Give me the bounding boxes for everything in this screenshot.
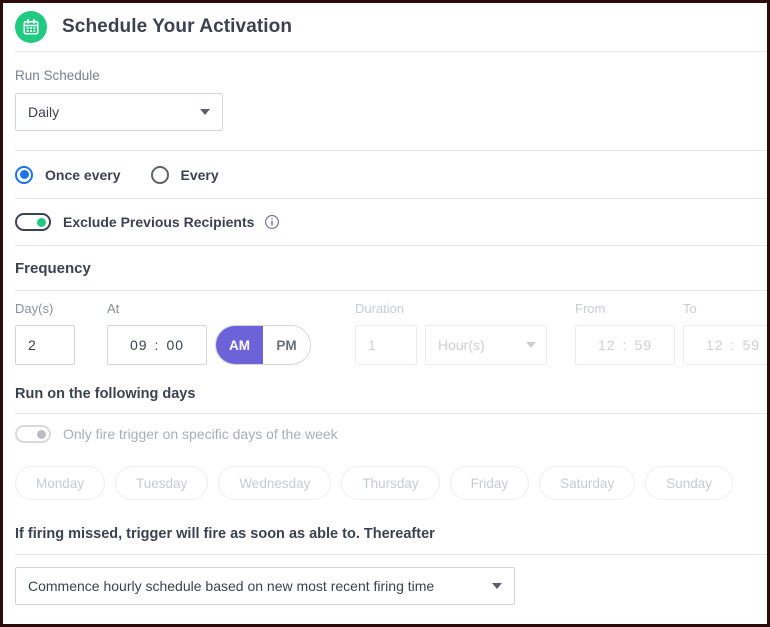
at-field-group: At 09 : 00 bbox=[107, 301, 207, 365]
at-label: At bbox=[107, 301, 207, 316]
days-field-group: Day(s) 2 bbox=[15, 301, 75, 365]
day-chip-friday[interactable]: Friday bbox=[450, 466, 530, 500]
duration-amount-placeholder: 1 bbox=[368, 337, 376, 353]
to-label: To bbox=[683, 301, 770, 316]
missed-firing-value: Commence hourly schedule based on new mo… bbox=[28, 578, 482, 594]
from-label: From bbox=[575, 301, 675, 316]
from-time-input[interactable]: 12 : 59 bbox=[575, 325, 675, 365]
missed-firing-select[interactable]: Commence hourly schedule based on new mo… bbox=[15, 567, 515, 605]
run-days-heading: Run on the following days bbox=[3, 365, 767, 413]
page-title: Schedule Your Activation bbox=[62, 16, 292, 38]
to-minute: 59 bbox=[742, 337, 760, 353]
chevron-down-icon bbox=[526, 342, 536, 348]
at-separator: : bbox=[155, 337, 160, 353]
ampm-am-button[interactable]: AM bbox=[216, 326, 263, 364]
missed-firing-section: Commence hourly schedule based on new mo… bbox=[3, 555, 767, 605]
at-time-input[interactable]: 09 : 00 bbox=[107, 325, 207, 365]
at-minute: 00 bbox=[166, 337, 184, 353]
chevron-down-icon bbox=[492, 583, 502, 589]
specific-days-toggle-row: Only fire trigger on specific days of th… bbox=[3, 414, 767, 454]
day-chip-sunday[interactable]: Sunday bbox=[645, 466, 733, 500]
run-schedule-value: Daily bbox=[28, 104, 190, 120]
days-value: 2 bbox=[28, 337, 36, 353]
radio-once-every[interactable] bbox=[15, 166, 33, 184]
exclude-previous-toggle[interactable] bbox=[15, 213, 51, 231]
days-label: Day(s) bbox=[15, 301, 75, 316]
exclude-previous-label: Exclude Previous Recipients bbox=[63, 214, 254, 230]
calendar-icon bbox=[15, 11, 47, 43]
duration-unit-placeholder: Hour(s) bbox=[438, 337, 485, 353]
days-input[interactable]: 2 bbox=[15, 325, 75, 365]
ampm-spacer bbox=[215, 301, 311, 316]
frequency-heading: Frequency bbox=[3, 246, 767, 290]
from-separator: : bbox=[623, 337, 628, 353]
run-schedule-label: Run Schedule bbox=[15, 68, 767, 83]
chevron-down-icon bbox=[200, 109, 210, 115]
exclude-previous-row: Exclude Previous Recipients bbox=[3, 199, 767, 245]
to-time-input[interactable]: 12 : 59 bbox=[683, 325, 770, 365]
from-minute: 59 bbox=[634, 337, 652, 353]
duration-unit-select[interactable]: Hour(s) bbox=[425, 325, 547, 365]
day-chip-monday[interactable]: Monday bbox=[15, 466, 105, 500]
from-field-group: From 12 : 59 bbox=[575, 301, 675, 365]
to-field-group: To 12 : 59 bbox=[683, 301, 770, 365]
specific-days-label: Only fire trigger on specific days of th… bbox=[63, 426, 338, 442]
specific-days-toggle[interactable] bbox=[15, 425, 51, 443]
from-hour: 12 bbox=[598, 337, 616, 353]
run-schedule-section: Run Schedule Daily bbox=[3, 52, 767, 131]
radio-every-label: Every bbox=[181, 167, 219, 183]
ampm-pm-button[interactable]: PM bbox=[263, 326, 310, 364]
to-hour: 12 bbox=[706, 337, 724, 353]
to-separator: : bbox=[731, 337, 736, 353]
day-chip-thursday[interactable]: Thursday bbox=[341, 466, 439, 500]
schedule-activation-panel: Schedule Your Activation Run Schedule Da… bbox=[0, 0, 770, 627]
run-schedule-select[interactable]: Daily bbox=[15, 93, 223, 131]
info-icon[interactable] bbox=[264, 214, 280, 230]
panel-header: Schedule Your Activation bbox=[3, 3, 767, 51]
radio-once-every-label: Once every bbox=[45, 167, 121, 183]
day-chip-wednesday[interactable]: Wednesday bbox=[218, 466, 331, 500]
missed-firing-heading: If firing missed, trigger will fire as s… bbox=[3, 500, 767, 554]
duration-field-group: Duration 1 Hour(s) bbox=[355, 301, 547, 365]
ampm-toggle[interactable]: AM PM bbox=[215, 325, 311, 365]
at-hour: 09 bbox=[130, 337, 148, 353]
day-chip-saturday[interactable]: Saturday bbox=[539, 466, 635, 500]
day-chip-list: Monday Tuesday Wednesday Thursday Friday… bbox=[3, 454, 767, 500]
duration-amount-input[interactable]: 1 bbox=[355, 325, 417, 365]
duration-label: Duration bbox=[355, 301, 547, 316]
recurrence-radio-group: Once every Every bbox=[3, 151, 767, 198]
day-chip-tuesday[interactable]: Tuesday bbox=[115, 466, 208, 500]
radio-every[interactable] bbox=[151, 166, 169, 184]
ampm-group: AM PM bbox=[215, 301, 311, 365]
frequency-fields: Day(s) 2 At 09 : 00 AM PM bbox=[3, 291, 767, 365]
